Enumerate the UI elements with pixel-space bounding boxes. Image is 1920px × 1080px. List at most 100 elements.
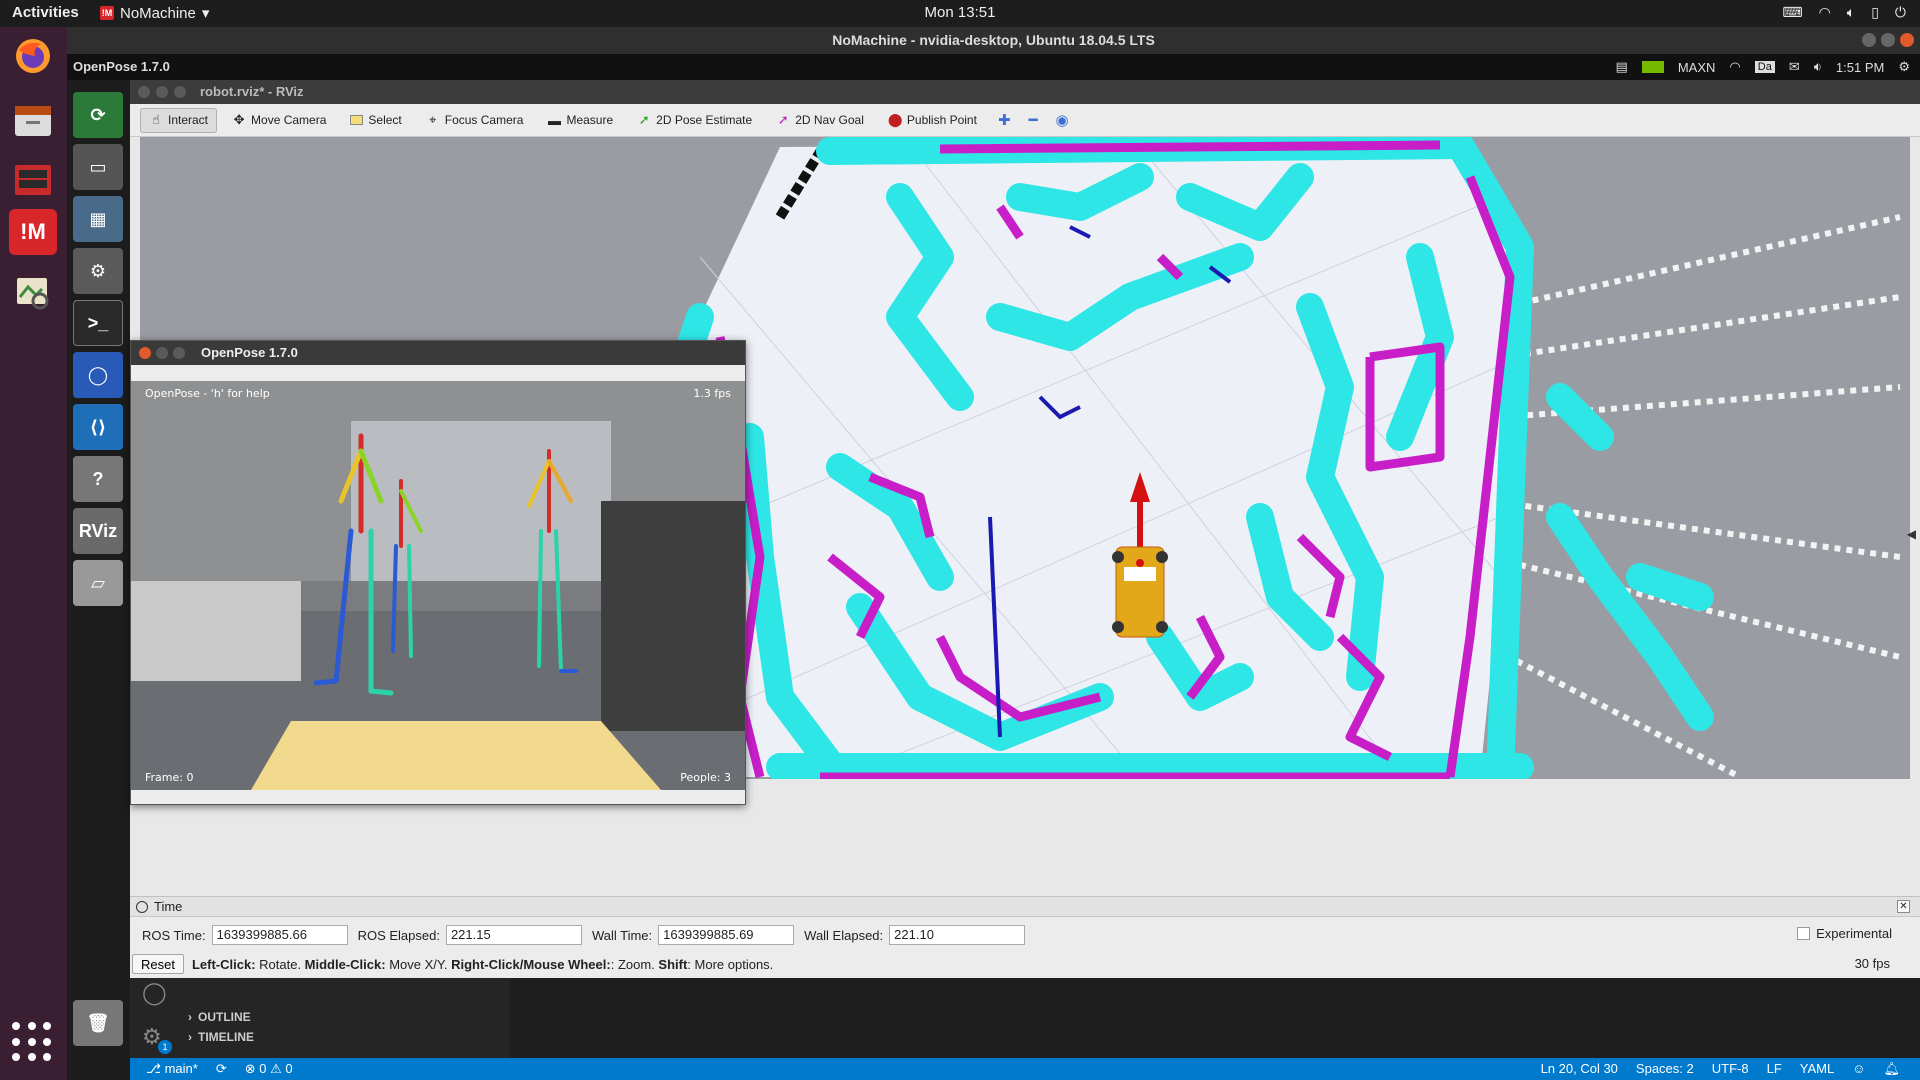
error-icon: ⊗ — [244, 1061, 260, 1076]
indentation[interactable]: Spaces: 2 — [1636, 1061, 1694, 1077]
clock-icon — [136, 900, 148, 913]
close-button[interactable] — [1900, 33, 1914, 47]
openpose-titlebar: OpenPose 1.7.0 — [131, 341, 745, 365]
nvidia-icon[interactable] — [1641, 61, 1664, 73]
ros-elapsed-field[interactable]: 221.15 — [445, 925, 582, 945]
nomachine-dock-icon[interactable]: !M — [9, 209, 57, 255]
keyboard-indicator-icon[interactable]: ▤ — [1616, 59, 1628, 75]
settings-gear-icon[interactable]: ⚙ — [1898, 59, 1910, 75]
rviz-launcher[interactable]: RViz — [73, 508, 123, 554]
end-of-line[interactable]: LF — [1767, 1061, 1782, 1077]
tool-interact[interactable]: ☝ Interact — [140, 107, 218, 133]
trash-icon[interactable]: 🗑︎ — [73, 1000, 123, 1046]
remote-clock[interactable]: 1:51 PM — [1836, 60, 1884, 75]
battery-icon[interactable]: ▯ — [1871, 4, 1879, 21]
firefox-icon[interactable] — [9, 33, 57, 79]
tool-measure[interactable]: ▬ Measure — [538, 108, 622, 133]
dock-collapse-arrow[interactable]: ◀ — [1907, 527, 1916, 541]
time-panel-close-button[interactable]: ✕ — [1897, 900, 1910, 913]
volume-icon[interactable]: 🔉︎ — [1814, 59, 1822, 75]
account-icon[interactable]: ◯ — [142, 980, 167, 1006]
map-pin-icon: ⬤ — [887, 112, 903, 127]
reset-button[interactable]: Reset — [132, 954, 184, 974]
power-icon[interactable]: ⏻ — [1895, 4, 1906, 21]
openpose-minimize-button[interactable] — [156, 347, 168, 359]
files-icon[interactable] — [9, 97, 57, 143]
wifi-icon[interactable]: ◠ — [1819, 4, 1831, 21]
checkbox-box[interactable] — [1797, 927, 1811, 940]
problems-count: 0 ⚠ 0 — [259, 1061, 293, 1076]
store-icon[interactable]: ▦ — [73, 196, 123, 242]
move-icon: ✥ — [233, 112, 245, 127]
openpose-maximize-button[interactable] — [173, 347, 185, 359]
wall-time-field[interactable]: 1639399885.69 — [658, 925, 795, 945]
terminal-icon[interactable]: >_ — [73, 300, 123, 346]
branch-item[interactable]: ⎇ main* — [146, 1061, 198, 1077]
drive-icon[interactable]: ▱ — [73, 560, 123, 606]
remote-active-window-title: OpenPose 1.7.0 — [73, 59, 170, 74]
notifications-bell-icon[interactable]: 🔔︎ — [1883, 1061, 1900, 1077]
remove-tool-icon[interactable]: ━ — [1023, 111, 1044, 129]
tool-2d-pose-estimate[interactable]: ➚ 2D Pose Estimate — [628, 108, 761, 133]
tool-select[interactable]: Select — [341, 108, 410, 133]
feedback-icon[interactable]: ☺ — [1852, 1061, 1865, 1077]
tool-label: Focus Camera — [444, 113, 524, 127]
time-panel-title: Time — [154, 899, 183, 914]
wall-elapsed-field[interactable]: 221.10 — [889, 925, 1026, 945]
notification-badge: 1 — [158, 1040, 172, 1054]
tool-focus-camera[interactable]: ⌖ Focus Camera — [417, 108, 533, 133]
system-tray[interactable]: ⌨ ◠ 🔈︎ ▯ ⏻ — [1782, 4, 1906, 21]
settings-icon[interactable]: ⚙ — [73, 248, 123, 294]
add-tool-icon[interactable]: ✚ — [992, 111, 1017, 129]
sync-icon[interactable]: ⟳ — [216, 1061, 227, 1077]
keyboard-layout[interactable]: Da — [1754, 61, 1775, 73]
minimize-button[interactable] — [1862, 33, 1876, 47]
encoding[interactable]: UTF-8 — [1712, 1061, 1749, 1077]
maximize-button[interactable] — [1881, 33, 1895, 47]
ros-time-field[interactable]: 1639399885.66 — [211, 925, 348, 945]
vscode-activity-bar: ◯ ⚙ 1 — [130, 978, 178, 1058]
wifi-icon[interactable]: ◠ — [1729, 59, 1740, 75]
show-applications-icon[interactable] — [12, 1022, 54, 1064]
hint-right-desc: : Zoom. — [610, 956, 659, 972]
rviz-toolbar: ☝ Interact ✥ Move Camera Select ⌖ Focus … — [130, 104, 1920, 137]
rviz-status-row: Reset Left-Click: Rotate. Middle-Click: … — [132, 953, 1918, 975]
experimental-checkbox[interactable]: Experimental — [1797, 926, 1892, 941]
remote-tray[interactable]: ▤ MAXN ◠ Da ✉ 🔉︎ 1:51 PM ⚙ — [1616, 59, 1910, 75]
tool-label: 2D Pose Estimate — [656, 113, 753, 127]
timeline-section[interactable]: › TIMELINE — [188, 1030, 254, 1044]
tool-2d-nav-goal[interactable]: ➚ 2D Nav Goal — [767, 108, 873, 133]
outline-label: OUTLINE — [198, 1010, 251, 1024]
keyboard-icon[interactable]: ⌨ — [1782, 4, 1802, 21]
volume-icon[interactable]: 🔈︎ — [1847, 4, 1855, 21]
rviz-close-button[interactable] — [138, 86, 150, 98]
tool-properties-icon[interactable]: ◉ — [1050, 111, 1075, 129]
app-menu[interactable]: !M NoMachine ▾ — [100, 4, 209, 22]
tool-publish-point[interactable]: ⬤ Publish Point — [879, 108, 986, 133]
rviz-maximize-button[interactable] — [174, 86, 186, 98]
clock[interactable]: Mon 13:51 — [0, 4, 1920, 21]
language-mode[interactable]: YAML — [1800, 1061, 1834, 1077]
timeline-label: TIMELINE — [198, 1030, 254, 1044]
mail-icon[interactable]: ✉ — [1789, 59, 1800, 75]
files-icon[interactable]: ▭ — [73, 144, 123, 190]
screenshot-icon[interactable] — [9, 157, 57, 203]
focus-icon: ⌖ — [429, 112, 437, 127]
power-mode-label[interactable]: MAXN — [1678, 60, 1716, 75]
hand-icon: ☝ — [152, 112, 160, 127]
tool-move-camera[interactable]: ✥ Move Camera — [223, 108, 335, 133]
wall-time-label: Wall Time: — [591, 927, 653, 943]
openpose-close-button[interactable] — [139, 347, 151, 359]
chromium-icon[interactable]: ◯ — [73, 352, 123, 398]
map-viewer-icon[interactable] — [9, 269, 57, 315]
help-icon[interactable]: ? — [73, 456, 123, 502]
activities-button[interactable]: Activities — [12, 4, 79, 21]
ubuntu-software-icon[interactable]: ⟳ — [73, 92, 123, 138]
rviz-minimize-button[interactable] — [156, 86, 168, 98]
fps-readout: 30 fps — [1854, 956, 1890, 971]
hint-left: Left-Click: — [191, 956, 256, 972]
problems-item[interactable]: ⊗ 0 ⚠ 0 — [245, 1061, 293, 1077]
vscode-icon[interactable]: ⟨⟩ — [73, 404, 123, 450]
outline-section[interactable]: › OUTLINE — [188, 1010, 251, 1024]
cursor-position[interactable]: Ln 20, Col 30 — [1541, 1061, 1618, 1077]
